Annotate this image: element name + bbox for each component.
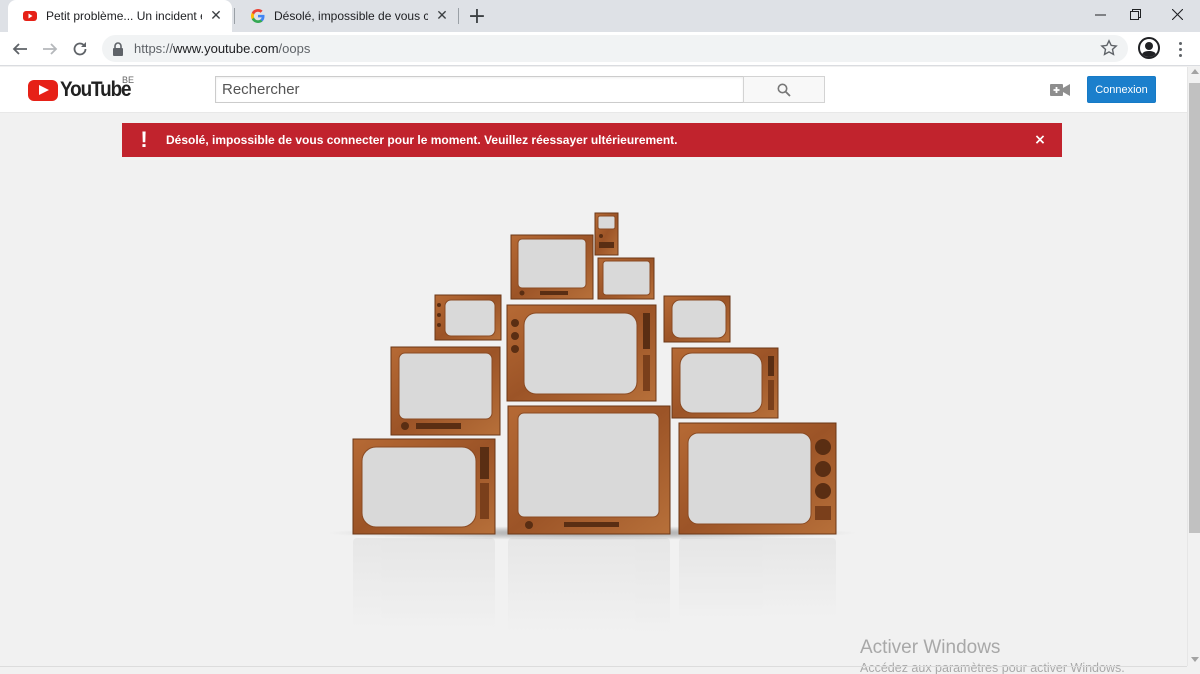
browser-window: Petit problème... Un incident est ✕ Déso… — [0, 0, 1200, 674]
menu-dots-icon[interactable] — [1172, 37, 1188, 61]
close-window-button[interactable] — [1155, 0, 1200, 28]
url-path: /oops — [278, 41, 311, 56]
forward-button[interactable] — [38, 37, 62, 61]
search-input[interactable] — [215, 76, 744, 103]
tv-reflection — [353, 538, 836, 633]
tv-upper-center — [510, 234, 594, 300]
watermark-title: Activer Windows — [860, 637, 1001, 658]
google-icon — [251, 9, 265, 23]
back-arrow-icon — [12, 43, 27, 55]
signin-button[interactable]: Connexion — [1087, 76, 1156, 103]
tab-title: Désolé, impossible de vous conn — [274, 9, 428, 23]
youtube-logo[interactable]: YouTube BE — [28, 75, 138, 102]
url-text: https://www.youtube.com/oops — [134, 41, 310, 56]
scroll-down-arrow-icon[interactable] — [1191, 657, 1199, 662]
tab-youtube[interactable]: Petit problème... Un incident est ✕ — [8, 0, 232, 32]
tv-upper-left — [434, 294, 502, 341]
alert-close-button[interactable]: × — [1018, 132, 1062, 148]
close-window-icon — [1172, 8, 1183, 20]
upload-video-icon[interactable] — [1050, 82, 1070, 98]
page-scrollbar[interactable] — [1187, 67, 1200, 666]
tv-top — [594, 212, 619, 256]
minimize-icon — [1095, 14, 1106, 15]
search-icon — [777, 83, 791, 97]
tv-shadow — [327, 526, 857, 540]
country-code: BE — [122, 75, 135, 85]
tv-bottom-center — [507, 405, 671, 535]
youtube-play-icon — [28, 79, 58, 101]
lock-icon — [113, 41, 123, 56]
url-scheme: https:// — [134, 41, 174, 56]
star-icon[interactable] — [1100, 39, 1118, 57]
reload-button[interactable] — [68, 37, 92, 61]
close-tab-icon[interactable]: ✕ — [434, 8, 450, 24]
back-button[interactable] — [8, 37, 32, 61]
restore-button[interactable] — [1113, 0, 1158, 28]
url-host: www.youtube.com — [173, 41, 279, 56]
restore-icon — [1130, 8, 1141, 20]
youtube-icon — [23, 11, 37, 21]
tv-upper-right — [663, 295, 731, 343]
reload-icon — [73, 42, 87, 56]
tab-separator — [234, 8, 235, 24]
tab-google[interactable]: Désolé, impossible de vous conn ✕ — [236, 0, 458, 32]
scroll-up-arrow-icon[interactable] — [1191, 69, 1199, 74]
forward-arrow-icon — [43, 43, 58, 55]
profile-avatar-icon[interactable] — [1138, 37, 1160, 59]
tv-middle-center — [506, 304, 657, 402]
watermark-subtitle: Accédez aux paramètres pour activer Wind… — [860, 661, 1125, 674]
bottom-divider — [0, 666, 1187, 667]
tab-title: Petit problème... Un incident est — [46, 9, 202, 23]
tv-middle-right — [671, 347, 779, 419]
error-alert: ! Désolé, impossible de vous connecter p… — [122, 123, 1062, 157]
alert-message: Désolé, impossible de vous connecter pou… — [166, 133, 678, 147]
youtube-wordmark: YouTube — [60, 78, 132, 101]
scroll-thumb[interactable] — [1189, 83, 1200, 533]
tv-bottom-right — [678, 422, 837, 535]
windows-activation-watermark: Activer Windows Accédez aux paramètres p… — [860, 637, 1125, 674]
youtube-masthead: YouTube BE Connexion — [0, 67, 1187, 113]
new-tab-button[interactable]: + — [465, 0, 489, 32]
avatar-silhouette — [1141, 42, 1157, 57]
tab-strip: Petit problème... Un incident est ✕ Déso… — [0, 0, 1200, 32]
tv-upper-small — [597, 257, 655, 300]
tv-bottom-left — [352, 438, 496, 535]
exclamation-icon: ! — [140, 127, 148, 152]
tab-separator — [458, 8, 459, 24]
browser-toolbar: https://www.youtube.com/oops — [0, 32, 1200, 66]
address-bar[interactable]: https://www.youtube.com/oops — [102, 35, 1128, 62]
search-button[interactable] — [743, 76, 825, 103]
close-tab-icon[interactable]: ✕ — [208, 8, 224, 24]
tv-middle-left — [390, 346, 501, 436]
